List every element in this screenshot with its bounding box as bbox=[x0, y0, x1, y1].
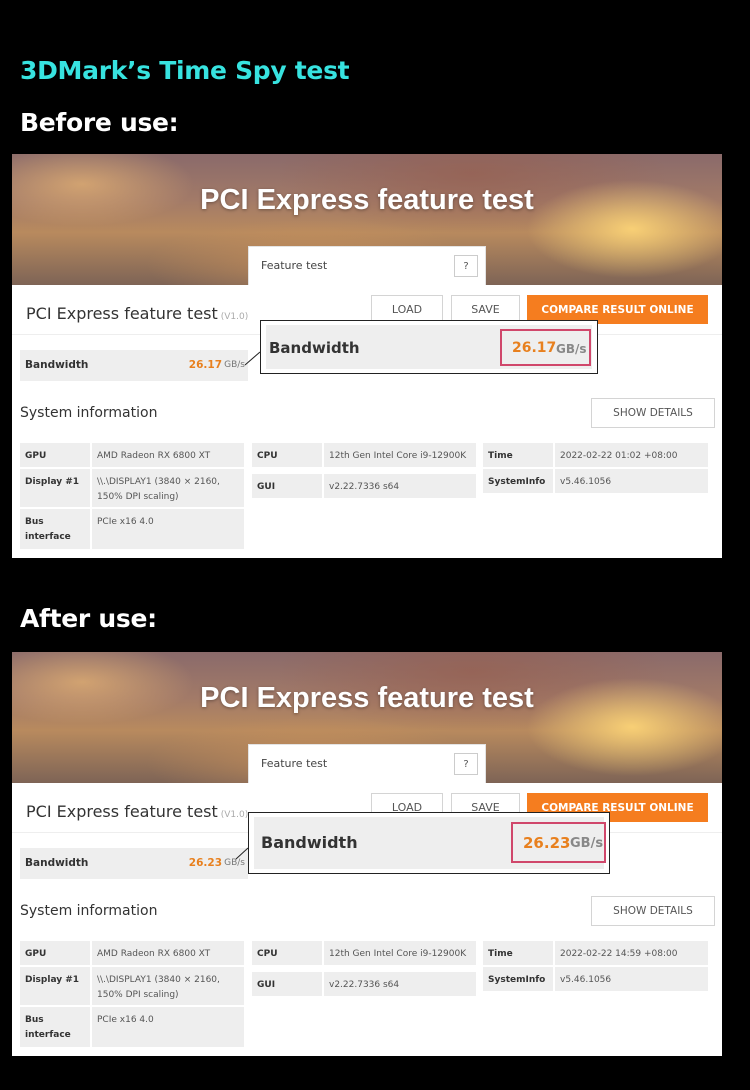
callout-highlight-box: 26.17 GB/s bbox=[500, 329, 591, 366]
before-label: Before use: bbox=[20, 108, 179, 137]
systeminfo-value: v5.46.1056 bbox=[555, 967, 708, 991]
gpu-value: AMD Radeon RX 6800 XT bbox=[92, 443, 244, 467]
version-label: (V1.0) bbox=[220, 810, 249, 820]
time-label: Time bbox=[483, 443, 553, 467]
system-info-title: System information bbox=[20, 405, 158, 421]
bandwidth-unit: GB/s bbox=[224, 858, 245, 868]
bus-interface-label: Bus interface bbox=[20, 509, 90, 549]
time-value: 2022-02-22 14:59 +08:00 bbox=[555, 941, 708, 965]
time-label: Time bbox=[483, 941, 553, 965]
result-title: PCI Express feature test (V1.0) bbox=[26, 802, 248, 821]
callout-bandwidth-value: 26.23 bbox=[523, 834, 571, 852]
banner-title: PCI Express feature test bbox=[200, 682, 534, 714]
show-details-button[interactable]: SHOW DETAILS bbox=[591, 896, 715, 926]
bandwidth-callout: Bandwidth 26.17 GB/s bbox=[260, 320, 598, 374]
gui-value: v2.22.7336 s64 bbox=[324, 972, 476, 996]
display-label: Display #1 bbox=[20, 469, 90, 507]
bandwidth-label: Bandwidth bbox=[25, 359, 89, 371]
bandwidth-row: Bandwidth 26.23 GB/s bbox=[20, 848, 248, 879]
bandwidth-row: Bandwidth 26.17 GB/s bbox=[20, 350, 248, 381]
callout-bandwidth-unit: GB/s bbox=[570, 836, 604, 851]
feature-test-label: Feature test bbox=[261, 757, 328, 770]
result-title-text: PCI Express feature test bbox=[26, 802, 218, 821]
display-value: \\.\DISPLAY1 (3840 × 2160, 150% DPI scal… bbox=[92, 469, 244, 507]
bus-interface-label: Bus interface bbox=[20, 1007, 90, 1047]
display-value: \\.\DISPLAY1 (3840 × 2160, 150% DPI scal… bbox=[92, 967, 244, 1005]
bandwidth-value: 26.17 bbox=[188, 359, 222, 371]
systeminfo-label: SystemInfo bbox=[483, 469, 553, 493]
gui-label: GUI bbox=[252, 972, 322, 996]
gpu-label: GPU bbox=[20, 941, 90, 965]
after-screenshot: PCI Express feature test Feature test ? … bbox=[12, 652, 722, 1056]
system-info-title: System information bbox=[20, 903, 158, 919]
cpu-value: 12th Gen Intel Core i9-12900K bbox=[324, 941, 476, 965]
bandwidth-label: Bandwidth bbox=[25, 857, 89, 869]
feature-test-label: Feature test bbox=[261, 259, 328, 272]
help-button[interactable]: ? bbox=[454, 753, 478, 775]
time-value: 2022-02-22 01:02 +08:00 bbox=[555, 443, 708, 467]
bus-interface-value: PCIe x16 4.0 bbox=[92, 509, 244, 549]
gpu-label: GPU bbox=[20, 443, 90, 467]
cpu-label: CPU bbox=[252, 443, 322, 467]
show-details-button[interactable]: SHOW DETAILS bbox=[591, 398, 715, 428]
bus-interface-value: PCIe x16 4.0 bbox=[92, 1007, 244, 1047]
bandwidth-callout: Bandwidth 26.23 GB/s bbox=[248, 812, 610, 874]
feature-test-tab[interactable]: Feature test ? bbox=[248, 744, 486, 783]
gui-label: GUI bbox=[252, 474, 322, 498]
version-label: (V1.0) bbox=[220, 312, 249, 322]
before-screenshot: PCI Express feature test Feature test ? … bbox=[12, 154, 722, 558]
after-label: After use: bbox=[20, 604, 157, 633]
feature-test-tab[interactable]: Feature test ? bbox=[248, 246, 486, 285]
bandwidth-value: 26.23 bbox=[188, 857, 222, 869]
result-title: PCI Express feature test (V1.0) bbox=[26, 304, 248, 323]
callout-highlight-box: 26.23 GB/s bbox=[511, 822, 606, 863]
systeminfo-value: v5.46.1056 bbox=[555, 469, 708, 493]
callout-bandwidth-label: Bandwidth bbox=[261, 833, 358, 852]
cpu-label: CPU bbox=[252, 941, 322, 965]
result-title-text: PCI Express feature test bbox=[26, 304, 218, 323]
banner-title: PCI Express feature test bbox=[200, 184, 534, 216]
cpu-value: 12th Gen Intel Core i9-12900K bbox=[324, 443, 476, 467]
display-label: Display #1 bbox=[20, 967, 90, 1005]
help-button[interactable]: ? bbox=[454, 255, 478, 277]
callout-bandwidth-label: Bandwidth bbox=[269, 339, 360, 357]
gui-value: v2.22.7336 s64 bbox=[324, 474, 476, 498]
gpu-value: AMD Radeon RX 6800 XT bbox=[92, 941, 244, 965]
page-title: 3DMark’s Time Spy test bbox=[20, 56, 350, 85]
systeminfo-label: SystemInfo bbox=[483, 967, 553, 991]
callout-bandwidth-value: 26.17 bbox=[512, 340, 557, 356]
callout-bandwidth-unit: GB/s bbox=[556, 342, 587, 356]
bandwidth-unit: GB/s bbox=[224, 360, 245, 370]
